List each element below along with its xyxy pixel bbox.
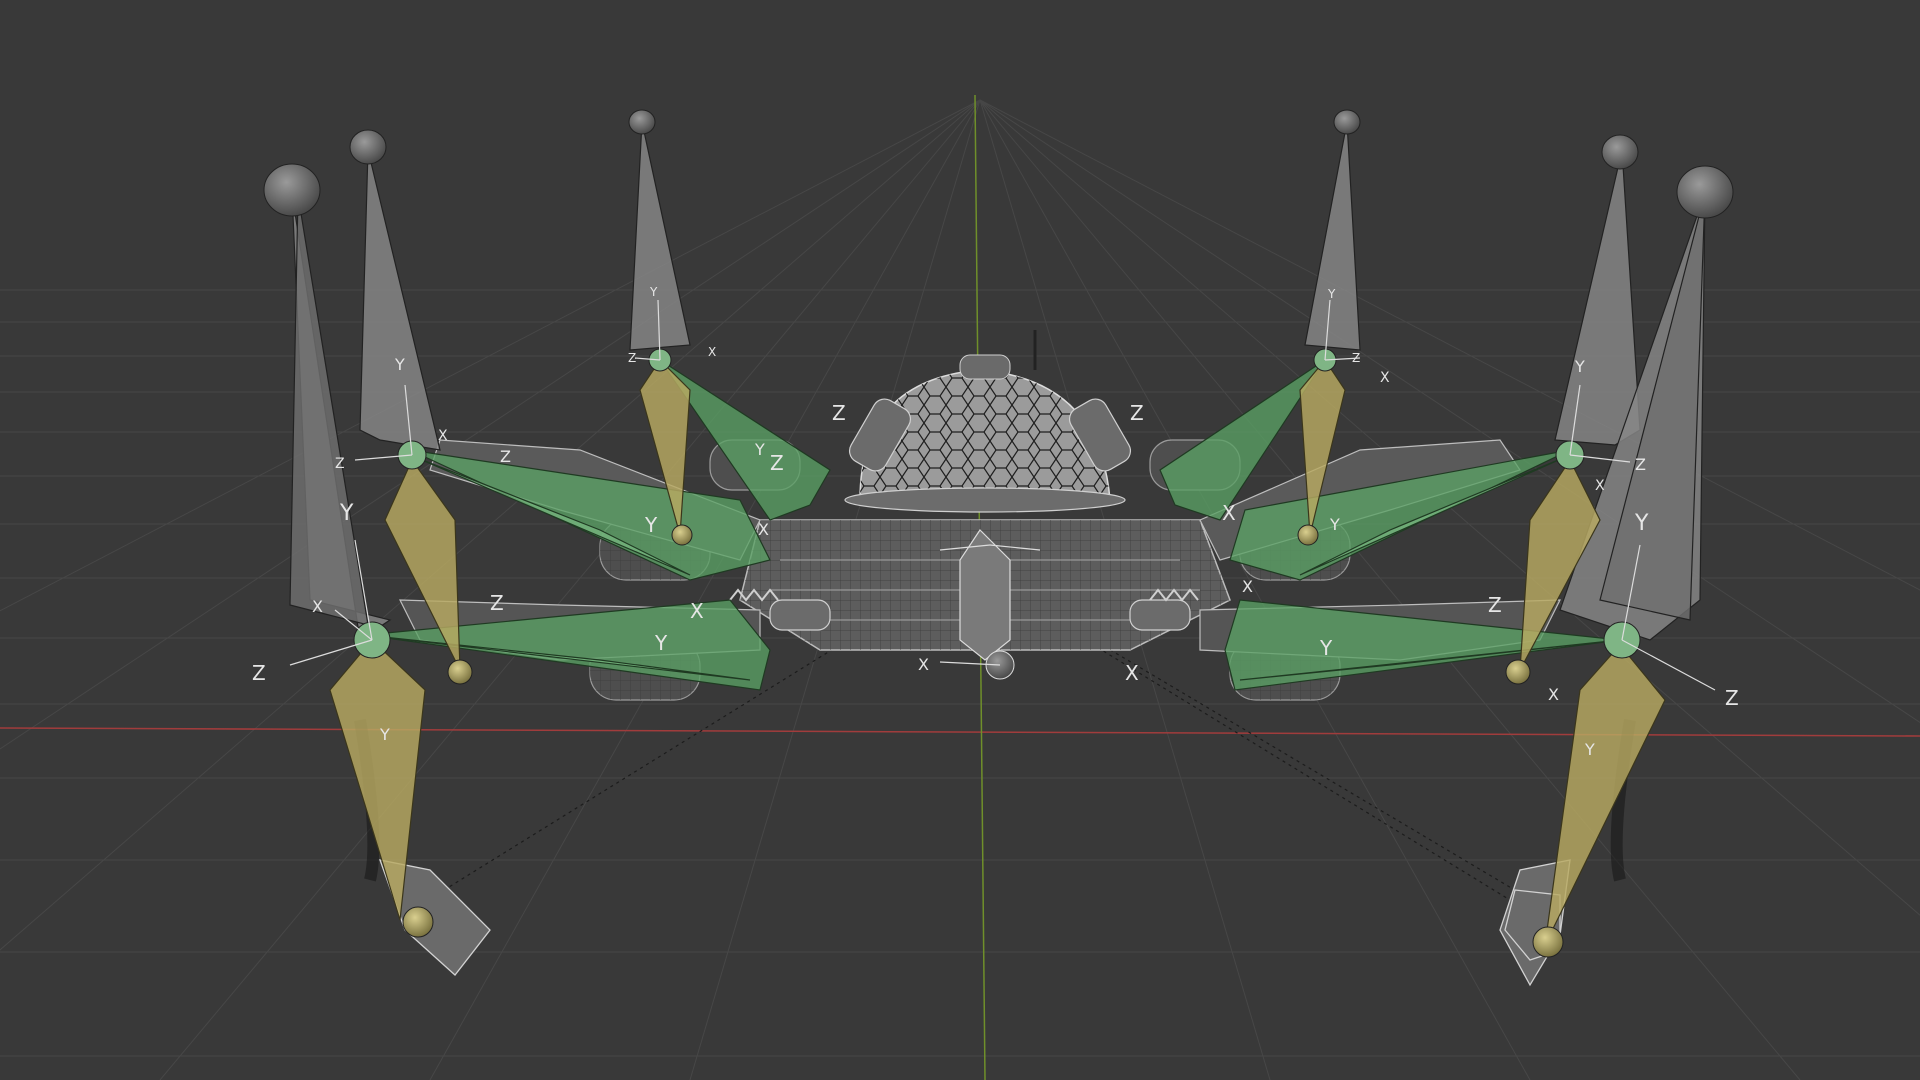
axis-label: Y xyxy=(1634,511,1649,536)
axis-label: X xyxy=(1242,577,1253,596)
axis-label: Y xyxy=(754,440,765,459)
axis-label: X xyxy=(758,520,769,539)
axis-label: Y xyxy=(644,513,658,537)
axis-label: Z xyxy=(1635,455,1646,474)
axis-label: Z xyxy=(1725,686,1739,710)
axis-label: Z xyxy=(832,401,846,425)
axis-label: X xyxy=(1595,478,1605,494)
axis-label: Y xyxy=(1584,740,1595,759)
axis-label: Y xyxy=(1327,287,1336,301)
axis-label: X xyxy=(312,597,323,616)
axis-label: Z xyxy=(252,661,266,685)
3d-viewport[interactable]: Z Y X Z Y Z Y X Z Y Z Y X X Y Z Z Y X X … xyxy=(0,0,1920,1080)
axis-label: Y xyxy=(1329,515,1340,534)
axis-label: Z xyxy=(1352,351,1360,365)
axis-label: X xyxy=(708,345,716,359)
axis-label: X xyxy=(918,655,929,674)
axis-label: X xyxy=(1380,370,1390,386)
axis-label: Y xyxy=(1319,636,1333,660)
axis-label: Z xyxy=(770,451,784,475)
axis-label: Y xyxy=(379,725,390,744)
axis-label: Y xyxy=(1574,357,1585,376)
axis-label: Z xyxy=(1130,401,1144,425)
axis-label: Y xyxy=(394,355,405,374)
axis-label: X xyxy=(438,428,448,444)
axis-label: Z xyxy=(1488,593,1502,617)
axis-label: X xyxy=(690,599,704,623)
axis-label: X xyxy=(1125,661,1139,685)
axis-label: Y xyxy=(339,501,354,526)
axis-label: X xyxy=(1548,685,1559,704)
axis-label: Z xyxy=(335,456,345,472)
axis-label: X xyxy=(1222,501,1236,525)
axis-label: Z xyxy=(500,447,511,466)
axis-label: Y xyxy=(649,285,658,299)
axis-label: Z xyxy=(490,591,504,615)
axis-label: Z xyxy=(628,351,636,365)
axis-label: Y xyxy=(654,631,668,655)
